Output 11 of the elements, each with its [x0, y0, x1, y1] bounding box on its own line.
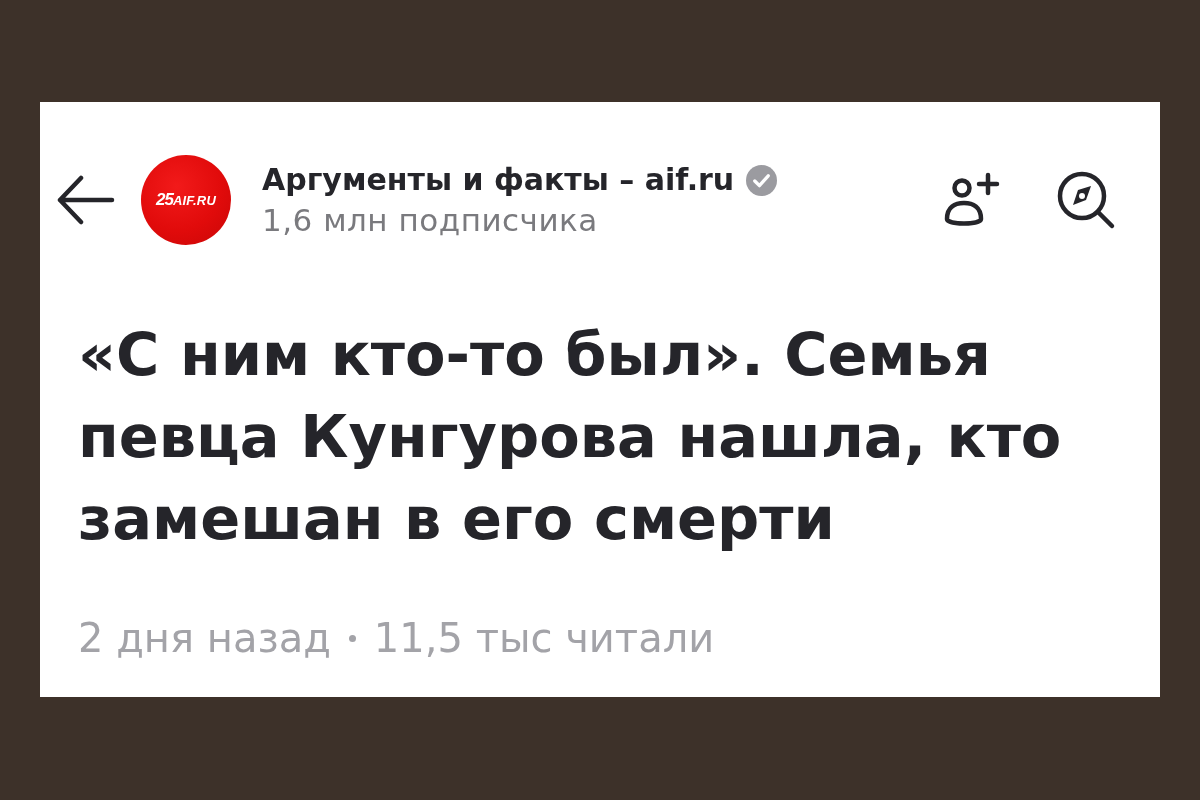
subscriber-count: 1,6 млн подписчика [262, 201, 598, 240]
view-count: 11,5 тыс читали [373, 614, 715, 662]
compass-search-icon[interactable] [1055, 170, 1117, 230]
add-person-icon[interactable] [944, 171, 1000, 229]
logo-text: 25AIF.RU [156, 190, 216, 210]
publish-time: 2 дня назад [78, 614, 331, 662]
channel-avatar[interactable]: 25AIF.RU [141, 155, 231, 245]
channel-name[interactable]: Аргументы и факты – aif.ru [262, 160, 735, 200]
back-arrow-icon[interactable] [57, 175, 115, 225]
article-headline[interactable]: «С ним кто-то был». Семья певца Кунгурова нашла, кто замешан в его смерти [78, 314, 1118, 560]
separator-dot-icon [348, 634, 356, 642]
